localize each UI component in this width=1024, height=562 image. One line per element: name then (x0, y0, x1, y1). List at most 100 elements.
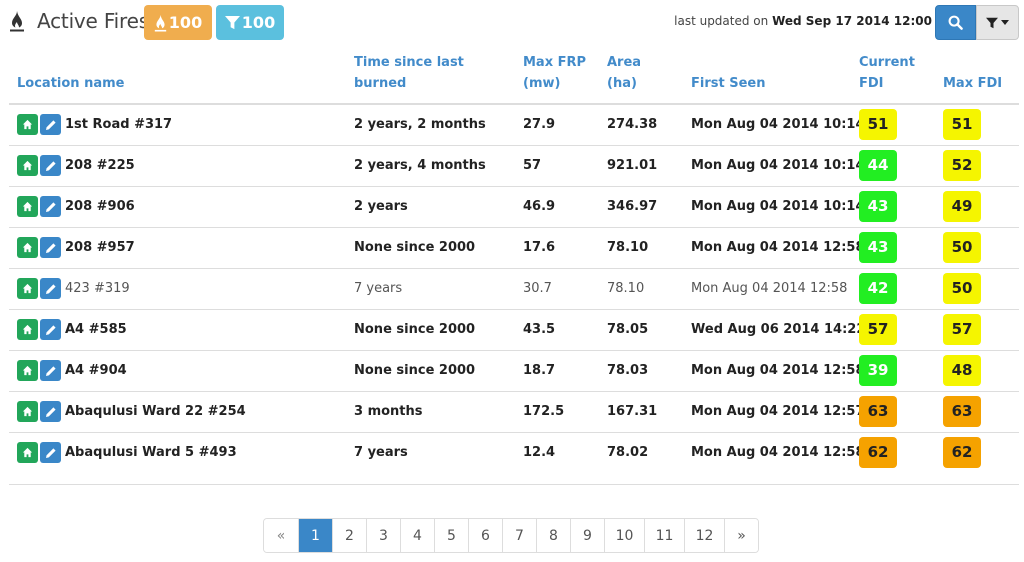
cell-time-since-burned: 7 years (346, 431, 515, 473)
edit-button[interactable] (40, 360, 61, 381)
fire-count: 100 (168, 13, 203, 32)
cell-max-frp: 172.5 (515, 390, 599, 432)
pagination-page-2[interactable]: 2 (332, 519, 366, 552)
pagination-page-8[interactable]: 8 (536, 519, 570, 552)
home-button[interactable] (17, 278, 38, 299)
caret-down-icon (1001, 20, 1009, 25)
pagination-page-3[interactable]: 3 (366, 519, 400, 552)
header: Active Fires 100 100 last updated on Wed… (0, 0, 1024, 44)
home-button[interactable] (17, 401, 38, 422)
cell-area: 274.38 (607, 117, 658, 133)
pencil-icon (45, 365, 57, 377)
cell-first-seen: Mon Aug 04 2014 12:58 (683, 267, 851, 309)
cell-area: 78.05 (599, 308, 683, 350)
table-row: Abaqulusi Ward 22 #254 3 months 172.5 167.3… (9, 390, 1019, 432)
cell-max-fdi: 52 (935, 144, 1019, 186)
pagination-page-5[interactable]: 5 (434, 519, 468, 552)
location-name: 208 #957 (65, 240, 135, 255)
column-header-location[interactable]: Location name (9, 52, 346, 105)
pagination: «1 2 3 4 5 6 7 8 9 10 11 12» (263, 518, 759, 553)
filter-count-badge[interactable]: 100 (216, 5, 284, 40)
column-header-current-fdi[interactable]: Current FDI (851, 52, 935, 105)
cell-time-since-burned: None since 2000 (346, 349, 515, 391)
last-updated-label: last updated on (674, 14, 769, 28)
current-fdi-badge: 43 (859, 232, 897, 263)
column-header-frp[interactable]: Max FRP (mw) (515, 52, 599, 105)
max-fdi-badge: 50 (943, 273, 981, 304)
pagination-page-11[interactable]: 11 (644, 519, 684, 552)
edit-button[interactable] (40, 401, 61, 422)
location-name: 208 #225 (65, 158, 135, 173)
fire-count-badge[interactable]: 100 (144, 5, 212, 40)
home-button[interactable] (17, 196, 38, 217)
pagination-page-9[interactable]: 9 (570, 519, 604, 552)
home-button[interactable] (17, 360, 38, 381)
cell-current-fdi: 42 (851, 267, 935, 309)
current-fdi-badge: 43 (859, 191, 897, 222)
location-name: 1st Road #317 (65, 117, 173, 133)
max-fdi-badge: 49 (943, 191, 981, 222)
table-row: 208 #225 2 years, 4 months 57 921.01 Mon Aug… (9, 144, 1019, 186)
edit-button[interactable] (40, 237, 61, 258)
table-row: A4 #585 None since 2000 43.5 78.05 Wed Aug 0… (9, 308, 1019, 350)
cell-max-fdi: 63 (935, 390, 1019, 432)
pencil-icon (45, 406, 57, 418)
filter-dropdown-button[interactable] (976, 5, 1019, 40)
column-header-area[interactable]: Area (ha) (599, 52, 683, 105)
edit-button[interactable] (40, 442, 61, 464)
cell-first-seen: Mon Aug 04 2014 12:58 (683, 349, 865, 391)
cell-time-since-burned: 2 years (346, 185, 515, 227)
current-fdi-badge: 51 (859, 109, 897, 141)
row-actions (17, 196, 61, 217)
pagination-page-4[interactable]: 4 (400, 519, 434, 552)
fire-icon (10, 11, 24, 32)
edit-button[interactable] (40, 196, 61, 217)
cell-first-seen: Mon Aug 04 2014 12:58 (683, 431, 865, 473)
pencil-icon (45, 201, 57, 213)
column-header-time[interactable]: Time since last burned (346, 52, 515, 105)
home-button[interactable] (17, 114, 38, 136)
cell-time-since-burned: None since 2000 (346, 308, 515, 350)
pagination-next[interactable]: » (724, 519, 758, 552)
column-header-label: Time since last burned (354, 55, 464, 91)
max-fdi-badge: 52 (943, 150, 981, 181)
home-icon (22, 447, 33, 458)
current-fdi-badge: 42 (859, 273, 897, 304)
column-header-first-seen[interactable]: First Seen (683, 52, 851, 105)
pagination-page-10[interactable]: 10 (604, 519, 644, 552)
home-button[interactable] (17, 155, 38, 176)
current-fdi-badge: 57 (859, 314, 897, 345)
row-actions (17, 360, 61, 381)
home-button[interactable] (17, 237, 38, 258)
column-header-max-fdi[interactable]: Max FDI (935, 52, 1019, 105)
current-fdi-badge: 44 (859, 150, 897, 181)
edit-button[interactable] (40, 114, 61, 136)
pagination-page-6[interactable]: 6 (468, 519, 502, 552)
page-title: Active Fires (37, 9, 149, 33)
table-row: 1st Road #317 2 years, 2 months 27.9 274.38… (9, 104, 1019, 145)
table-row: 208 #957 None since 2000 17.6 78.10 Mon Aug … (9, 226, 1019, 268)
current-fdi-badge: 39 (859, 355, 897, 386)
cell-time-since-burned: 2 years, 2 months (354, 117, 486, 133)
pagination-page-1[interactable]: 1 (298, 519, 332, 552)
last-updated-value: Wed Sep 17 2014 12:00 (772, 14, 932, 28)
pagination-prev[interactable]: « (264, 519, 298, 552)
pagination-page-7[interactable]: 7 (502, 519, 536, 552)
pagination-page-12[interactable]: 12 (684, 519, 724, 552)
cell-time-since-burned: 3 months (346, 390, 515, 432)
home-button[interactable] (17, 442, 38, 464)
home-button[interactable] (17, 319, 38, 340)
edit-button[interactable] (40, 155, 61, 176)
cell-max-fdi: 50 (935, 267, 1019, 309)
search-button[interactable] (935, 5, 976, 40)
home-icon (22, 324, 33, 335)
edit-button[interactable] (40, 278, 61, 299)
cell-area: 346.97 (599, 185, 683, 227)
cell-current-fdi: 62 (851, 431, 935, 473)
edit-button[interactable] (40, 319, 61, 340)
max-fdi-badge: 57 (943, 314, 981, 345)
cell-max-frp: 27.9 (523, 117, 556, 133)
location-name: 423 #319 (65, 281, 130, 296)
cell-max-frp: 46.9 (515, 185, 599, 227)
pencil-icon (45, 119, 57, 131)
